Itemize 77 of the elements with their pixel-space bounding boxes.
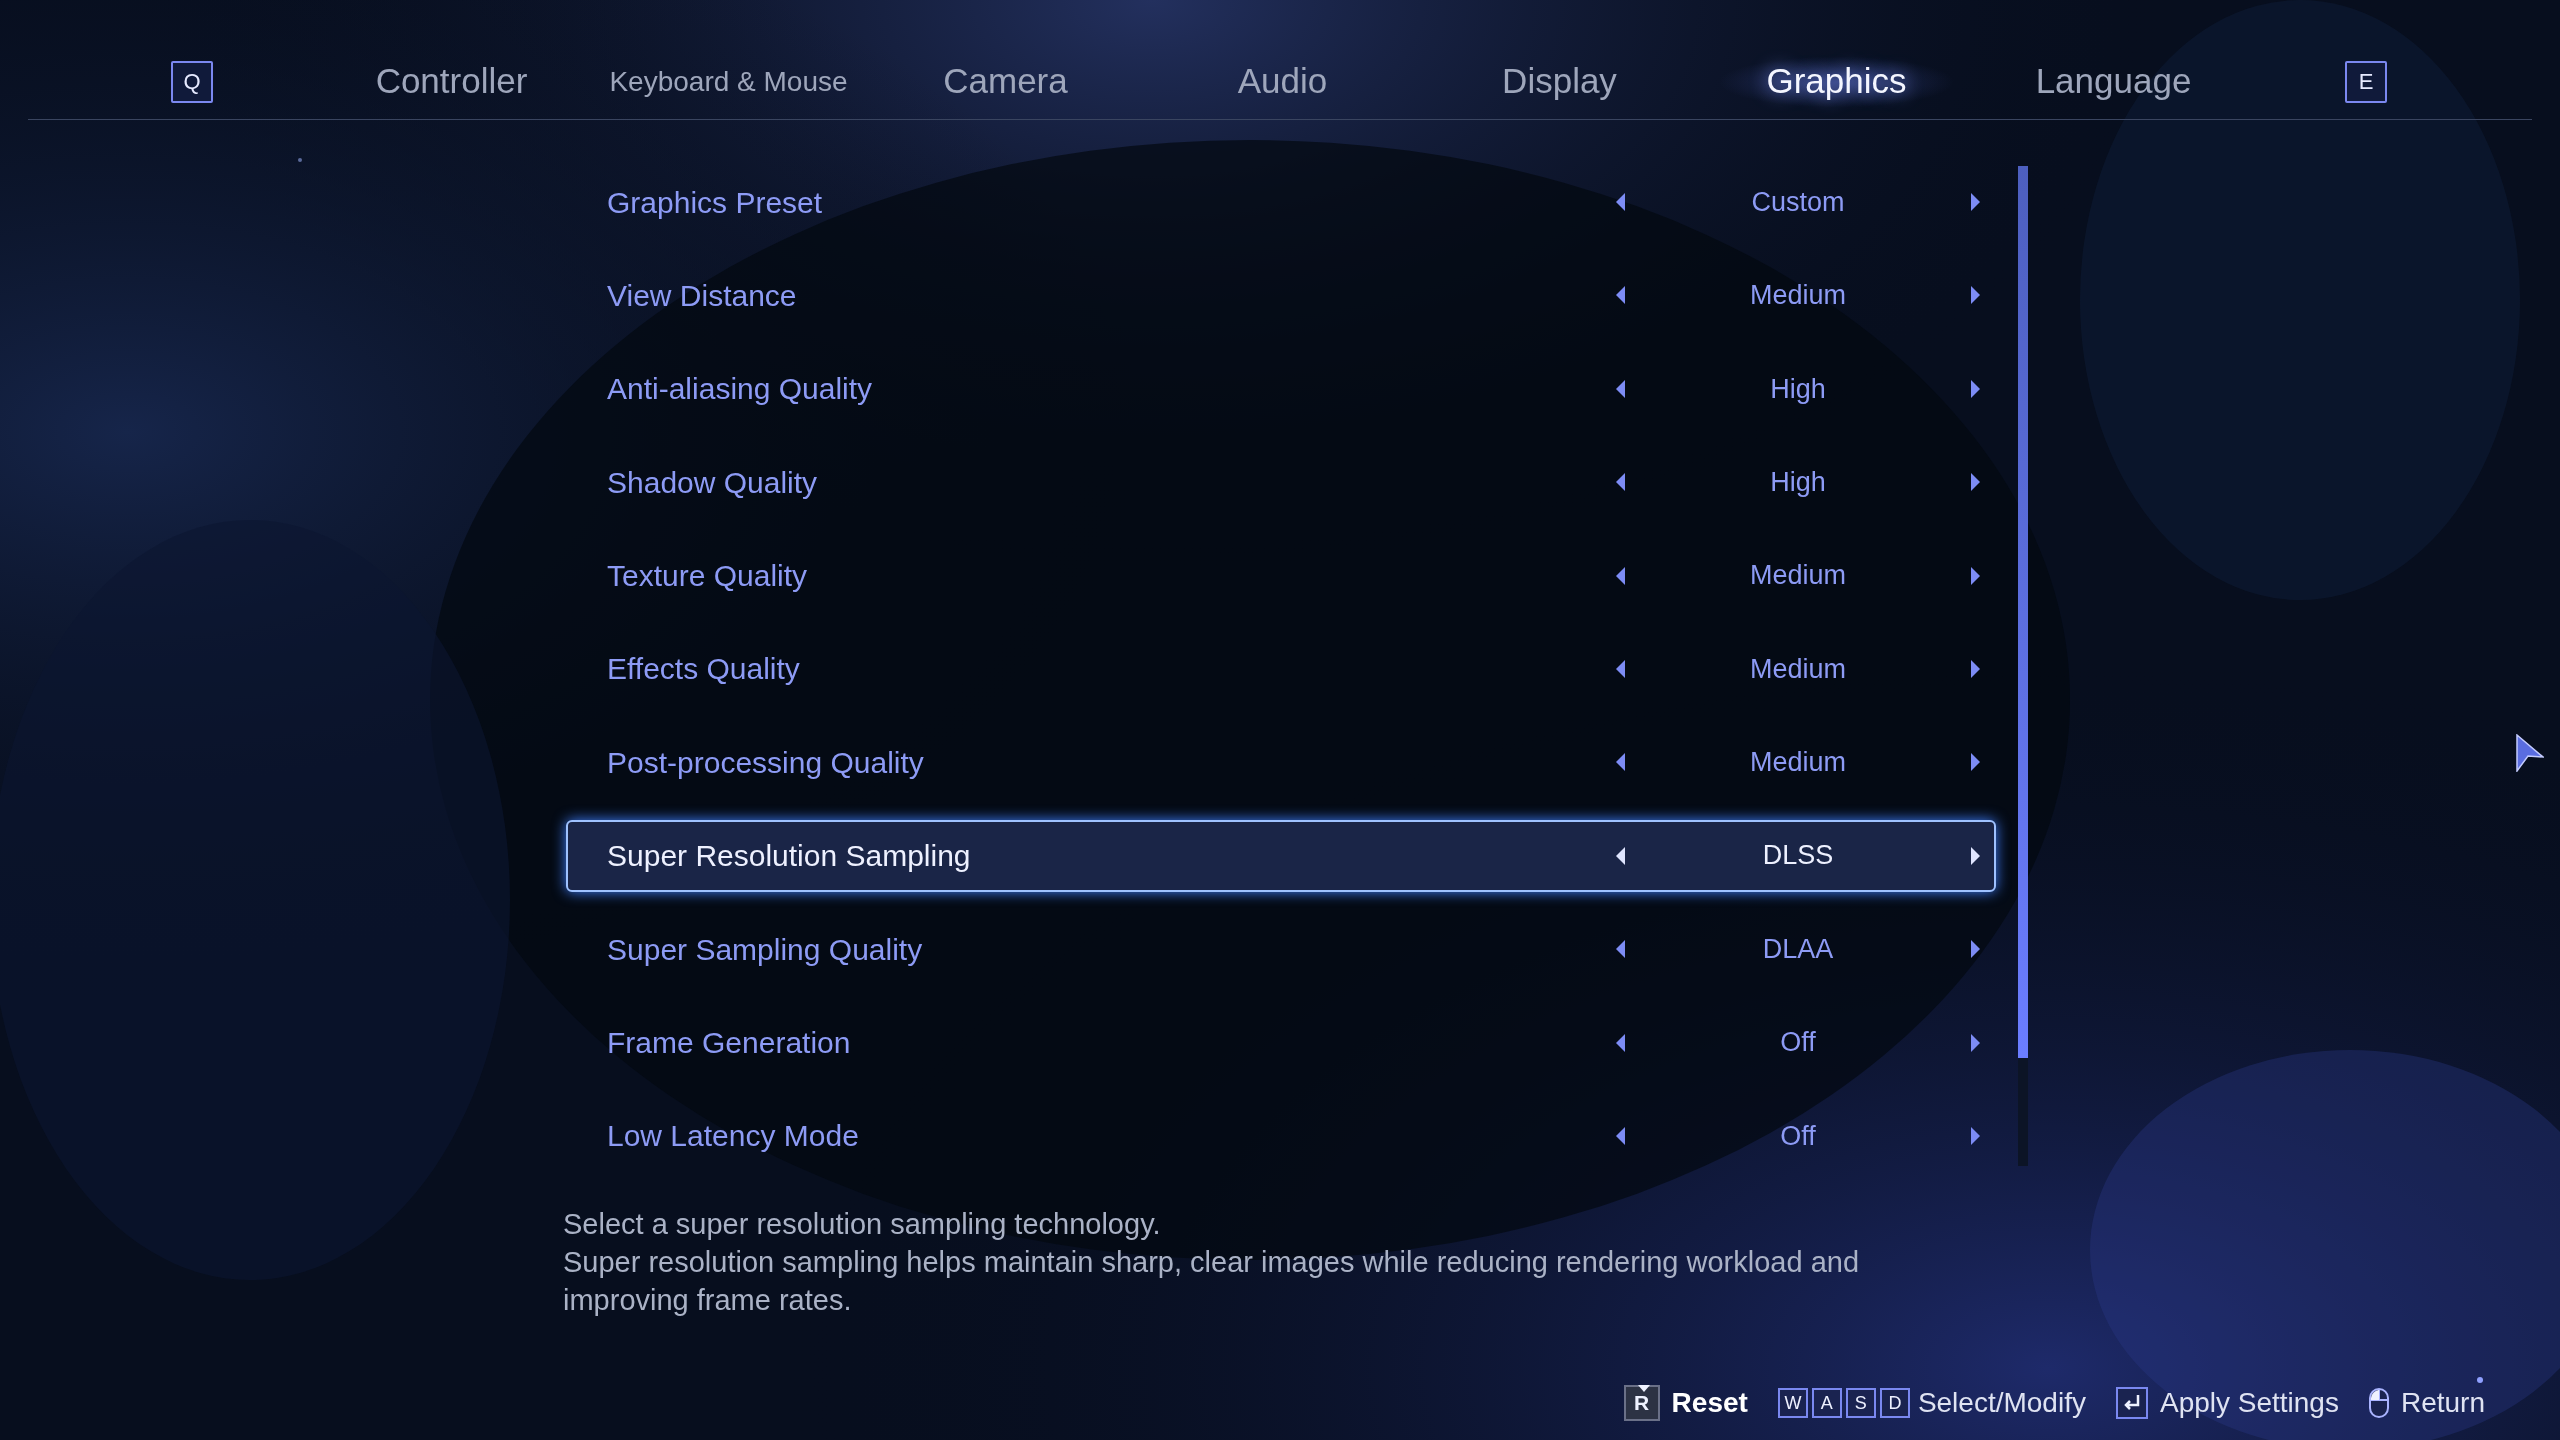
setting-value: Off <box>1779 1026 1817 1060</box>
setting-label: Low Latency Mode <box>607 1118 860 1155</box>
tab[interactable]: Audio <box>1144 51 1421 112</box>
tab[interactable]: Display <box>1421 51 1698 112</box>
description-text: Select a super resolution sampling technology. <box>563 1207 1162 1243</box>
setting-row[interactable]: Post-processing Quality Medium <box>566 726 1996 799</box>
right-arrow-icon[interactable] <box>1971 193 1980 211</box>
keycap[interactable]: D <box>1879 1388 1910 1418</box>
setting-label: View Distance <box>607 277 798 314</box>
setting-value: Medium <box>1749 559 1847 593</box>
setting-row[interactable]: Super Sampling Quality DLAA <box>566 913 1996 986</box>
setting-value: Off <box>1779 1119 1817 1153</box>
keycap[interactable]: E <box>2345 60 2387 103</box>
setting-value: High <box>1769 465 1827 499</box>
mouse-icon <box>2368 1388 2389 1418</box>
right-arrow-icon[interactable] <box>1971 286 1980 305</box>
description-text: Super resolution sampling helps maintain sharp, clear images while reducing rendering workload and improving frame rates. <box>563 1245 1861 1319</box>
keycap[interactable]: R <box>1623 1385 1660 1421</box>
setting-value: High <box>1769 372 1827 406</box>
setting-row[interactable]: Graphics Preset Custom <box>566 166 1996 238</box>
setting-row[interactable]: Anti-aliasing Quality High <box>566 352 1996 425</box>
tab[interactable]: Camera <box>867 51 1144 112</box>
setting-value: Medium <box>1749 652 1847 686</box>
keycap[interactable]: W <box>1777 1388 1808 1418</box>
setting-value: DLSS <box>1761 839 1835 873</box>
setting-label: Anti-aliasing Quality <box>607 371 874 408</box>
setting-row[interactable]: Texture Quality Medium <box>566 539 1996 612</box>
right-arrow-icon[interactable] <box>1971 1033 1980 1052</box>
left-arrow-icon[interactable] <box>1616 753 1625 772</box>
cursor-icon <box>2516 734 2544 772</box>
hint-label: Apply Settings <box>2159 1386 2339 1420</box>
tab[interactable]: Language <box>1975 51 2252 112</box>
right-arrow-icon[interactable] <box>1971 753 1980 772</box>
setting-row[interactable]: Shadow Quality High <box>566 446 1996 519</box>
left-arrow-icon[interactable] <box>1616 1126 1625 1145</box>
setting-row[interactable]: Low Latency Mode Off <box>566 1099 1996 1172</box>
hint-label: Return <box>2400 1386 2485 1420</box>
left-arrow-icon[interactable] <box>1616 193 1625 211</box>
left-arrow-icon[interactable] <box>1616 940 1625 959</box>
tab[interactable]: Controller <box>313 51 590 112</box>
setting-value: Medium <box>1749 279 1847 313</box>
setting-label: Frame Generation <box>607 1025 852 1061</box>
keycap[interactable]: A <box>1811 1388 1842 1418</box>
setting-label: Post-processing Quality <box>607 744 925 781</box>
tab[interactable]: Keyboard & Mouse <box>590 51 867 112</box>
right-arrow-icon[interactable] <box>1971 940 1980 959</box>
right-arrow-icon[interactable] <box>1971 659 1980 678</box>
setting-value: Custom <box>1750 185 1846 219</box>
setting-value: DLAA <box>1761 932 1835 966</box>
left-arrow-icon[interactable] <box>1616 846 1625 865</box>
setting-value: Medium <box>1749 746 1847 780</box>
left-arrow-icon[interactable] <box>1616 286 1625 305</box>
right-arrow-icon[interactable] <box>1971 1126 1980 1145</box>
setting-label: Super Resolution Sampling <box>607 838 972 875</box>
setting-label: Super Sampling Quality <box>607 931 924 968</box>
hint-label: Reset <box>1671 1386 1748 1420</box>
setting-label: Graphics Preset <box>607 184 824 221</box>
right-arrow-icon[interactable] <box>1971 379 1980 398</box>
right-arrow-icon[interactable] <box>1971 846 1980 865</box>
setting-label: Texture Quality <box>607 558 809 595</box>
setting-label: Effects Quality <box>607 651 801 688</box>
setting-row[interactable]: Frame Generation Off <box>566 1006 1996 1079</box>
setting-row[interactable]: Super Resolution Sampling DLSS <box>566 819 1996 892</box>
setting-row[interactable]: Effects Quality Medium <box>566 632 1996 705</box>
keycap[interactable]: S <box>1845 1388 1876 1418</box>
left-arrow-icon[interactable] <box>1616 566 1625 585</box>
right-arrow-icon[interactable] <box>1971 473 1980 492</box>
left-arrow-icon[interactable] <box>1616 379 1625 398</box>
left-arrow-icon[interactable] <box>1616 659 1625 678</box>
left-arrow-icon[interactable] <box>1616 1033 1625 1052</box>
hint-label: Select/Modify <box>1917 1386 2086 1420</box>
setting-row[interactable]: View Distance Medium <box>566 259 1996 332</box>
left-arrow-icon[interactable] <box>1616 473 1625 492</box>
right-arrow-icon[interactable] <box>1971 566 1980 585</box>
setting-label: Shadow Quality <box>607 464 819 501</box>
keycap[interactable]: Q <box>171 60 213 103</box>
enter-key-icon[interactable] <box>2115 1387 2148 1419</box>
